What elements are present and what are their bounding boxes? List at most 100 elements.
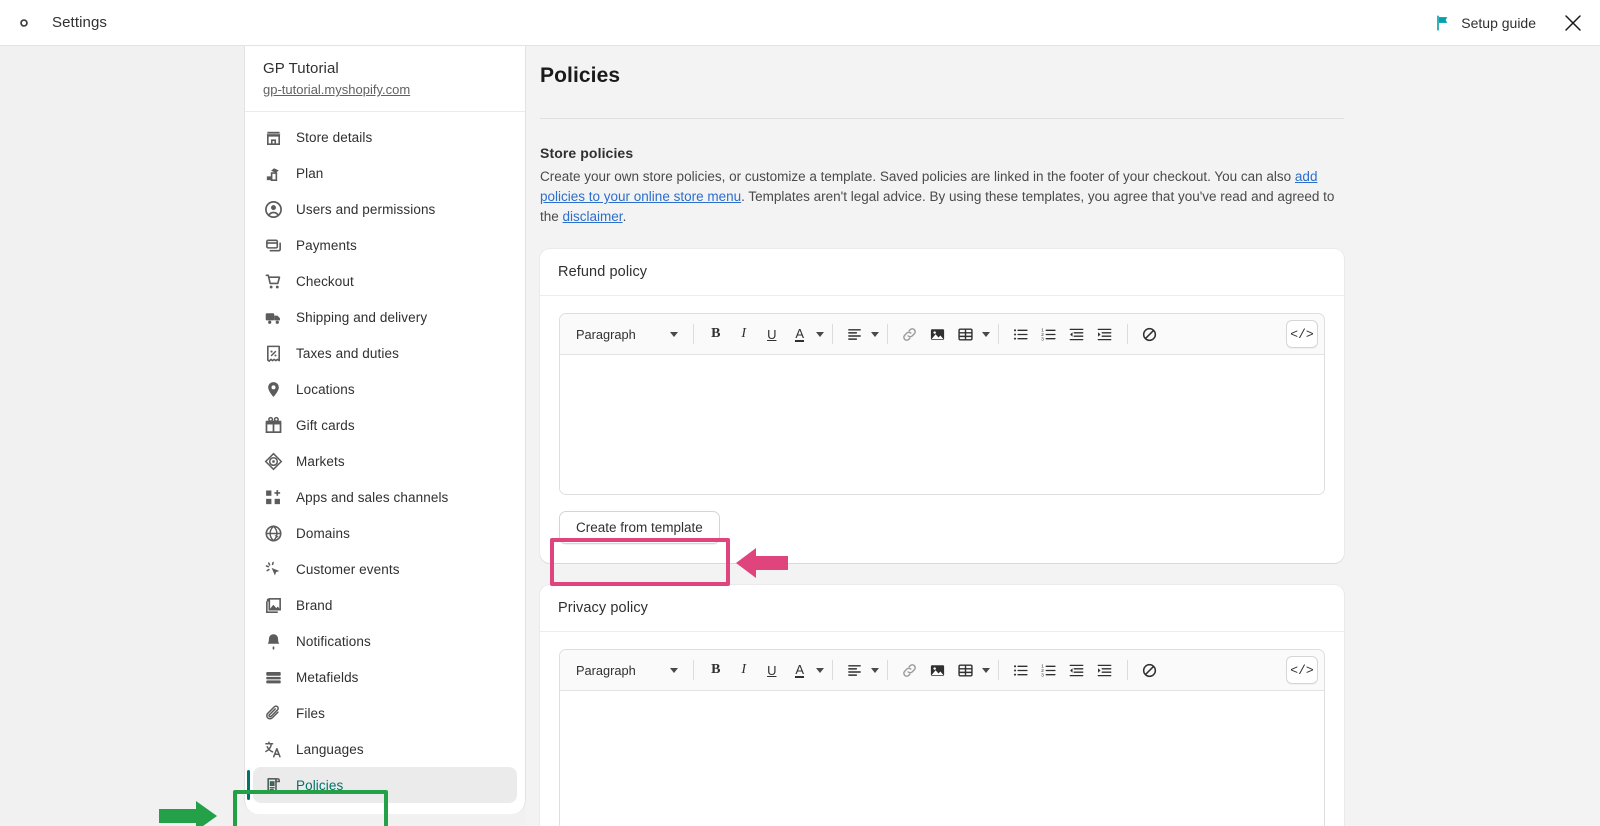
- sidebar-item-label: Apps and sales channels: [296, 490, 448, 505]
- align-button[interactable]: [842, 657, 868, 683]
- sidebar-item-users-and-permissions[interactable]: Users and permissions: [253, 191, 517, 227]
- svg-text:3: 3: [1041, 336, 1044, 342]
- apps-plus-icon: [263, 487, 283, 507]
- text-color-picker[interactable]: A: [786, 657, 824, 683]
- sidebar-item-notifications[interactable]: Notifications: [253, 623, 517, 659]
- link-button[interactable]: [897, 321, 923, 347]
- sidebar-item-label: Checkout: [296, 274, 354, 289]
- sidebar-item-gift-cards[interactable]: Gift cards: [253, 407, 517, 443]
- align-picker[interactable]: [841, 657, 879, 683]
- globe-icon: [263, 523, 283, 543]
- clear-formatting-button[interactable]: [1137, 321, 1163, 347]
- card-header: Privacy policy: [540, 585, 1344, 632]
- sidebar-item-shipping-and-delivery[interactable]: Shipping and delivery: [253, 299, 517, 335]
- bell-icon: [263, 631, 283, 651]
- cursor-sparkle-icon: [263, 559, 283, 579]
- card-header: Refund policy: [540, 249, 1344, 296]
- align-picker[interactable]: [841, 321, 879, 347]
- code-view-button[interactable]: </>: [1286, 656, 1318, 684]
- sidebar-item-label: Languages: [296, 742, 364, 757]
- clear-formatting-button[interactable]: [1137, 657, 1163, 683]
- underline-button[interactable]: U: [759, 321, 785, 347]
- sidebar-item-languages[interactable]: Languages: [253, 731, 517, 767]
- text-color-button[interactable]: A: [787, 321, 813, 347]
- user-icon: [263, 199, 283, 219]
- globe-target-icon: [263, 451, 283, 471]
- store-url-link[interactable]: gp-tutorial.myshopify.com: [263, 82, 507, 97]
- location-pin-icon: [263, 379, 283, 399]
- table-picker[interactable]: [952, 657, 990, 683]
- cart-icon: [263, 271, 283, 291]
- content-title: Policies: [540, 62, 1370, 88]
- insert-image-button[interactable]: [925, 321, 951, 347]
- numbered-list-button[interactable]: 123: [1036, 657, 1062, 683]
- sidebar-item-label: Locations: [296, 382, 355, 397]
- text-color-button[interactable]: A: [787, 657, 813, 683]
- numbered-list-button[interactable]: 123: [1036, 321, 1062, 347]
- insert-table-button[interactable]: [953, 321, 979, 347]
- sidebar-item-taxes-and-duties[interactable]: Taxes and duties: [253, 335, 517, 371]
- indent-button[interactable]: [1092, 321, 1118, 347]
- close-icon[interactable]: [1562, 12, 1584, 34]
- sidebar-item-policies[interactable]: Policies: [253, 767, 517, 803]
- toolbar-divider: [832, 324, 833, 344]
- chevron-down-icon: [816, 668, 824, 673]
- setup-guide-button[interactable]: Setup guide: [1435, 15, 1536, 31]
- toolbar-divider: [1127, 324, 1128, 344]
- toolbar-divider: [887, 660, 888, 680]
- setup-guide-label: Setup guide: [1461, 15, 1536, 31]
- text-color-picker[interactable]: A: [786, 321, 824, 347]
- store-name: GP Tutorial: [263, 60, 507, 77]
- italic-button[interactable]: I: [731, 657, 757, 683]
- card-title: Privacy policy: [558, 600, 1326, 616]
- disclaimer-link[interactable]: disclaimer: [563, 209, 623, 224]
- translate-icon: [263, 739, 283, 759]
- bold-button[interactable]: B: [703, 321, 729, 347]
- chevron-down-icon: [816, 332, 824, 337]
- sidebar-item-label: Metafields: [296, 670, 359, 685]
- underline-button[interactable]: U: [759, 657, 785, 683]
- editor-toolbar: Paragraph BIUA 123 </>: [560, 650, 1324, 691]
- sidebar-item-plan[interactable]: Plan: [253, 155, 517, 191]
- sidebar-item-markets[interactable]: Markets: [253, 443, 517, 479]
- editor-content-area[interactable]: [560, 691, 1324, 826]
- toolbar-divider: [832, 660, 833, 680]
- settings-modal: Settings Setup guide: [0, 0, 1600, 826]
- bulleted-list-button[interactable]: [1008, 657, 1034, 683]
- bulleted-list-button[interactable]: [1008, 321, 1034, 347]
- sidebar-item-files[interactable]: Files: [253, 695, 517, 731]
- sidebar-item-apps-and-sales-channels[interactable]: Apps and sales channels: [253, 479, 517, 515]
- bold-button[interactable]: B: [703, 657, 729, 683]
- sidebar-item-brand[interactable]: Brand: [253, 587, 517, 623]
- toolbar-divider: [887, 324, 888, 344]
- paragraph-style-value: Paragraph: [576, 663, 636, 678]
- green-arrow-icon: [157, 798, 219, 826]
- settings-sidebar: GP Tutorial gp-tutorial.myshopify.com St…: [244, 46, 526, 814]
- paragraph-style-value: Paragraph: [576, 327, 636, 342]
- toolbar-divider: [998, 324, 999, 344]
- table-picker[interactable]: [952, 321, 990, 347]
- sidebar-item-customer-events[interactable]: Customer events: [253, 551, 517, 587]
- receipt-percent-icon: [263, 343, 283, 363]
- sidebar-item-store-details[interactable]: Store details: [253, 119, 517, 155]
- plan-icon: [263, 163, 283, 183]
- link-button[interactable]: [897, 657, 923, 683]
- insert-image-button[interactable]: [925, 657, 951, 683]
- paragraph-style-select[interactable]: Paragraph: [568, 321, 685, 347]
- code-view-button[interactable]: </>: [1286, 320, 1318, 348]
- paragraph-style-select[interactable]: Paragraph: [568, 657, 685, 683]
- chevron-down-icon: [670, 332, 678, 337]
- insert-table-button[interactable]: [953, 657, 979, 683]
- outdent-button[interactable]: [1064, 321, 1090, 347]
- outdent-button[interactable]: [1064, 657, 1090, 683]
- sidebar-item-checkout[interactable]: Checkout: [253, 263, 517, 299]
- italic-button[interactable]: I: [731, 321, 757, 347]
- sidebar-item-metafields[interactable]: Metafields: [253, 659, 517, 695]
- indent-button[interactable]: [1092, 657, 1118, 683]
- sidebar-item-payments[interactable]: Payments: [253, 227, 517, 263]
- align-button[interactable]: [842, 321, 868, 347]
- sidebar-item-locations[interactable]: Locations: [253, 371, 517, 407]
- create-from-template-button[interactable]: Create from template: [559, 511, 720, 544]
- sidebar-item-domains[interactable]: Domains: [253, 515, 517, 551]
- editor-content-area[interactable]: [560, 355, 1324, 494]
